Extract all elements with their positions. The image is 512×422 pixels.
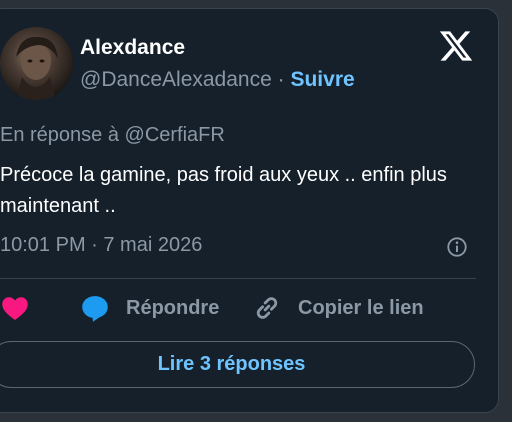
link-icon (256, 297, 278, 319)
author-handle-line: @DanceAlexadance · Suivre (80, 68, 355, 92)
info-icon[interactable] (446, 236, 468, 258)
avatar[interactable] (0, 27, 73, 100)
like-button[interactable] (0, 293, 30, 323)
divider (0, 278, 476, 279)
separator-dot: · (277, 68, 285, 91)
reply-label: Répondre (126, 296, 220, 319)
reply-context[interactable]: En réponse à @CerfiaFR (0, 124, 225, 147)
x-logo-icon[interactable] (438, 28, 474, 64)
avatar-image (16, 36, 58, 100)
read-replies-button[interactable]: Lire 3 réponses (0, 341, 475, 388)
timestamp[interactable]: 10:01 PM · 7 mai 2026 (0, 234, 202, 257)
tweet-text: Précoce la gamine, pas froid aux yeux ..… (0, 164, 447, 217)
read-replies-label: Lire 3 réponses (157, 353, 306, 375)
follow-button[interactable]: Suivre (290, 68, 354, 91)
speech-bubble-icon (82, 296, 108, 322)
copy-link-label: Copier le lien (298, 296, 424, 319)
heart-icon (2, 297, 28, 320)
author-name[interactable]: Alexdance (80, 36, 185, 60)
reply-button[interactable]: Répondre (80, 293, 219, 323)
author-handle[interactable]: @DanceAlexadance (80, 68, 272, 91)
copy-link-button[interactable]: Copier le lien (252, 293, 424, 323)
